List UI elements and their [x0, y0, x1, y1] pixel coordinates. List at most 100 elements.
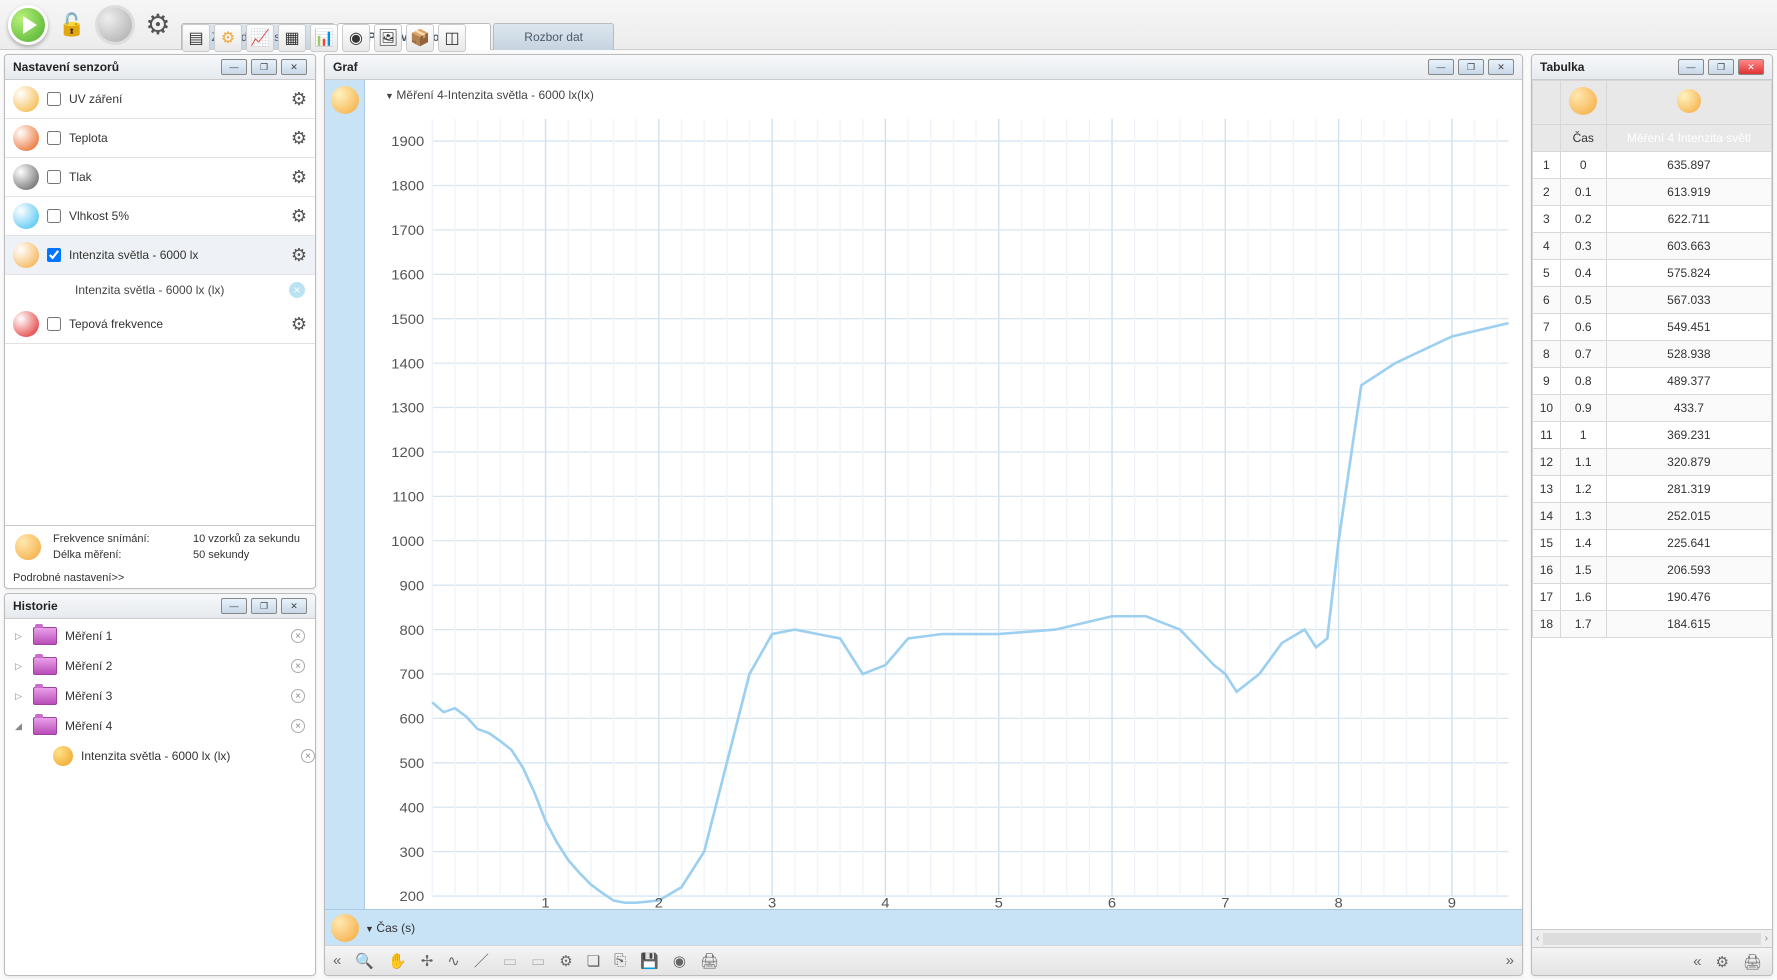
table-row[interactable]: 30.2622.711	[1533, 206, 1772, 233]
caret-icon[interactable]: ▷	[15, 691, 25, 702]
gear-icon[interactable]: ⚙	[1716, 953, 1729, 971]
sensor-checkbox[interactable]	[47, 209, 61, 223]
mini-btn-2[interactable]: ⚙	[214, 24, 242, 52]
table-row[interactable]: 151.4225.641	[1533, 530, 1772, 557]
sensor-row[interactable]: Intenzita světla - 6000 lx⚙	[5, 236, 315, 275]
table-row[interactable]: 10635.897	[1533, 152, 1772, 179]
remove-icon[interactable]: ×	[301, 749, 315, 763]
unlock-icon[interactable]: 🔓	[58, 12, 85, 38]
sensor-row[interactable]: UV záření⚙	[5, 80, 315, 119]
export-icon[interactable]: ⎘	[614, 952, 626, 969]
mini-btn-table[interactable]: ▦	[278, 24, 306, 52]
remove-icon[interactable]: ×	[291, 689, 305, 703]
mini-btn-chart[interactable]: 📈	[246, 24, 274, 52]
max-btn[interactable]: ❐	[251, 59, 277, 75]
min-btn[interactable]: —	[1428, 59, 1454, 75]
table-row[interactable]: 141.3252.015	[1533, 503, 1772, 530]
sensor-sub-row[interactable]: Intenzita světla - 6000 lx (lx)×	[5, 275, 315, 305]
camera-icon[interactable]: ◉	[673, 952, 686, 970]
close-btn[interactable]: ✕	[281, 59, 307, 75]
ruler-icon[interactable]: ／	[474, 950, 489, 971]
gear-icon[interactable]: ⚙	[291, 167, 307, 188]
max-btn[interactable]: ❐	[1458, 59, 1484, 75]
mini-btn-layout[interactable]: ◫	[438, 24, 466, 52]
table-row[interactable]: 40.3603.663	[1533, 233, 1772, 260]
table-row[interactable]: 70.6549.451	[1533, 314, 1772, 341]
remove-icon[interactable]: ×	[289, 282, 305, 298]
play-button[interactable]	[8, 5, 48, 45]
caret-icon[interactable]: ▷	[15, 631, 25, 642]
copy-icon[interactable]: ▭	[531, 952, 545, 970]
h-scrollbar[interactable]: ‹›	[1532, 929, 1772, 947]
mini-btn-1[interactable]: ▤	[182, 24, 210, 52]
max-btn[interactable]: ❐	[251, 598, 277, 614]
wave-icon[interactable]: ∿	[447, 952, 460, 970]
gear-icon[interactable]: ⚙	[291, 89, 307, 110]
close-btn[interactable]: ✕	[281, 598, 307, 614]
mini-btn-bars[interactable]: 📊	[310, 24, 338, 52]
min-btn[interactable]: —	[1678, 59, 1704, 75]
table-row[interactable]: 121.1320.879	[1533, 449, 1772, 476]
close-btn[interactable]: ✕	[1738, 59, 1764, 75]
remove-icon[interactable]: ×	[291, 629, 305, 643]
sensor-row[interactable]: Teplota⚙	[5, 119, 315, 158]
zoom-icon[interactable]: 🔍	[355, 952, 374, 970]
tab-data-analysis[interactable]: Rozbor dat	[493, 23, 614, 50]
sensor-row[interactable]: Tepová frekvence⚙	[5, 305, 315, 344]
chart-series-label[interactable]: Měření 4-Intenzita světla - 6000 lx(lx)	[385, 88, 594, 102]
gear-icon[interactable]: ⚙	[291, 245, 307, 266]
sensor-checkbox[interactable]	[47, 131, 61, 145]
table-row[interactable]: 50.4575.824	[1533, 260, 1772, 287]
print-icon[interactable]: 🖨	[1743, 953, 1762, 971]
remove-icon[interactable]: ×	[291, 659, 305, 673]
mini-btn-disc[interactable]: ◉	[342, 24, 370, 52]
table-row[interactable]: 20.1613.919	[1533, 179, 1772, 206]
table-row[interactable]: 111369.231	[1533, 422, 1772, 449]
record-button[interactable]	[95, 5, 135, 45]
gear-icon[interactable]: ⚙	[291, 314, 307, 335]
col-time[interactable]: Čas	[1560, 125, 1606, 152]
gear-icon[interactable]: ⚙	[291, 206, 307, 227]
gear-icon[interactable]: ⚙	[559, 952, 572, 970]
detail-settings-link[interactable]: Podrobné nastavení>>	[5, 568, 315, 588]
pan-icon[interactable]: ✋	[388, 952, 407, 970]
gear-icon[interactable]: ⚙	[291, 128, 307, 149]
chart[interactable]: 2003004005006007008009001000110012001300…	[365, 80, 1522, 909]
layers-icon[interactable]: ❏	[587, 952, 600, 970]
caret-icon[interactable]: ▷	[15, 661, 25, 672]
settings-icon[interactable]: ⚙	[145, 8, 170, 41]
mini-btn-img[interactable]: 🖼	[374, 24, 402, 52]
table-row[interactable]: 181.7184.615	[1533, 611, 1772, 638]
table-row[interactable]: 60.5567.033	[1533, 287, 1772, 314]
history-sub-item[interactable]: Intenzita světla - 6000 lx (lx)×	[5, 741, 315, 771]
select-icon[interactable]: ▭	[503, 952, 517, 970]
min-btn[interactable]: —	[221, 598, 247, 614]
save-icon[interactable]: 💾	[640, 952, 659, 970]
history-item[interactable]: ◢Měření 4×	[5, 711, 315, 741]
table-row[interactable]: 90.8489.377	[1533, 368, 1772, 395]
table-row[interactable]: 171.6190.476	[1533, 584, 1772, 611]
expand-icon[interactable]: »	[1506, 952, 1514, 969]
history-item[interactable]: ▷Měření 1×	[5, 621, 315, 651]
mini-btn-pkg[interactable]: 📦	[406, 24, 434, 52]
table-row[interactable]: 161.5206.593	[1533, 557, 1772, 584]
close-btn[interactable]: ✕	[1488, 59, 1514, 75]
sensor-row[interactable]: Tlak⚙	[5, 158, 315, 197]
sensor-checkbox[interactable]	[47, 317, 61, 331]
sensor-checkbox[interactable]	[47, 92, 61, 106]
collapse-icon[interactable]: «	[1693, 953, 1701, 970]
max-btn[interactable]: ❐	[1708, 59, 1734, 75]
sensor-checkbox[interactable]	[47, 248, 61, 262]
caret-icon[interactable]: ◢	[15, 721, 25, 732]
col-value[interactable]: Měření 4 Intenzita světl	[1606, 125, 1771, 152]
print-icon[interactable]: 🖨	[700, 952, 719, 970]
history-item[interactable]: ▷Měření 2×	[5, 651, 315, 681]
sensor-checkbox[interactable]	[47, 170, 61, 184]
x-axis-label[interactable]: Čas (s)	[365, 921, 415, 935]
table-row[interactable]: 131.2281.319	[1533, 476, 1772, 503]
table-row[interactable]: 100.9433.7	[1533, 395, 1772, 422]
history-item[interactable]: ▷Měření 3×	[5, 681, 315, 711]
table-row[interactable]: 80.7528.938	[1533, 341, 1772, 368]
min-btn[interactable]: —	[221, 59, 247, 75]
remove-icon[interactable]: ×	[291, 719, 305, 733]
